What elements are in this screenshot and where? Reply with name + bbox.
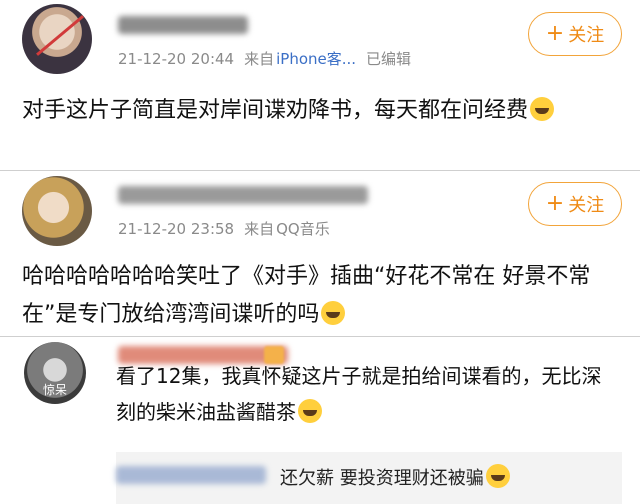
post-text-content: 对手这片子简直是对岸间谍劝降书，每天都在问经费 (22, 98, 529, 123)
post-meta: 21-12-20 20:44 来自 iPhone客... 已编辑 (118, 48, 421, 69)
comment-text-content: 看了12集，我真怀疑这片子就是拍给间谍看的，无比深刻的柴米油盐酱醋茶 (116, 364, 602, 424)
follow-label: 关注 (568, 25, 605, 46)
post-text-content: 哈哈哈哈哈哈哈笑吐了《对手》插曲“好花不常在 好景不常在”是专门放给湾湾间谍听的… (22, 264, 591, 327)
avatar-mark (36, 15, 84, 56)
source-prefix: 来自 (244, 220, 275, 238)
reply-text: 还欠薪 要投资理财还被骗 (280, 464, 510, 490)
timestamp: 21-12-20 23:58 (118, 220, 235, 238)
reply-text-content: 还欠薪 要投资理财还被骗 (280, 468, 484, 489)
reply-preview[interactable]: 还欠薪 要投资理财还被骗 (116, 452, 622, 504)
post-card: 21-12-20 20:44 来自 iPhone客... 已编辑 + 关注 对手这片子简… (0, 0, 640, 171)
laugh-cry-emoji-icon (530, 97, 555, 121)
reply-username-blurred[interactable] (116, 466, 266, 484)
follow-button[interactable]: + 关注 (528, 12, 622, 56)
laugh-cry-emoji-icon (321, 301, 346, 325)
post-text: 哈哈哈哈哈哈哈笑吐了《对手》插曲“好花不常在 好景不常在”是专门放给湾湾间谍听的… (22, 258, 622, 334)
timestamp: 21-12-20 20:44 (118, 50, 235, 68)
comment-text: 看了12集，我真怀疑这片子就是拍给间谍看的，无比深刻的柴米油盐酱醋茶 (116, 358, 620, 430)
post-text: 对手这片子简直是对岸间谍劝降书，每天都在问经费 (22, 92, 622, 130)
plus-icon: + (545, 191, 565, 216)
source-prefix: 来自 (244, 50, 275, 68)
laugh-cry-emoji-icon (298, 399, 322, 423)
grin-sweat-emoji-icon (485, 464, 510, 488)
user-avatar[interactable] (22, 4, 92, 74)
follow-label: 关注 (568, 195, 605, 216)
post-meta: 21-12-20 23:58 来自 QQ音乐 (118, 218, 340, 239)
username-blurred[interactable] (118, 186, 368, 204)
source-device[interactable]: iPhone客... (276, 50, 356, 68)
avatar-caption: 惊呆 (42, 383, 67, 397)
user-avatar[interactable]: 惊呆 (24, 342, 86, 404)
username-blurred[interactable] (118, 16, 248, 34)
plus-icon: + (545, 21, 565, 46)
source-device: QQ音乐 (276, 220, 330, 238)
follow-button[interactable]: + 关注 (528, 182, 622, 226)
edited-label: 已编辑 (366, 50, 412, 68)
user-avatar[interactable] (22, 176, 92, 246)
